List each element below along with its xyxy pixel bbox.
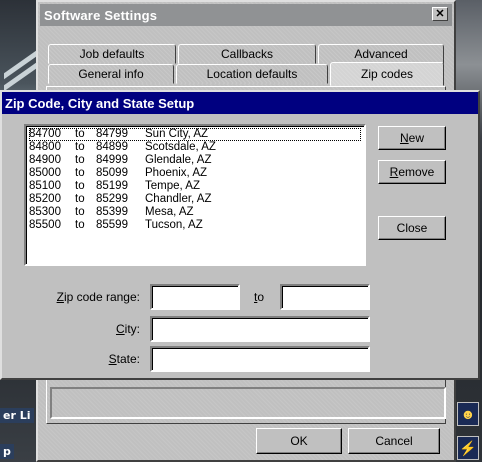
software-settings-titlebar: Software Settings ✕ [40,4,452,26]
zip-range-text: ip code range: [63,290,140,304]
tab-label: Callbacks [220,47,274,61]
zip-from: 84900 [29,154,61,166]
zip-to: 85399 [96,206,128,218]
zip-from: 85100 [29,180,61,192]
to-word: to [75,167,85,179]
city-state: Glendale, AZ [145,154,212,166]
zip-range-accel: Z [56,290,64,304]
zip-to: 84799 [96,128,128,140]
zip-from: 85200 [29,193,61,205]
to-word: to [75,206,85,218]
new-label: ew [408,131,424,145]
list-item[interactable]: 84800 to 84899 Scotsdale, AZ [29,141,361,154]
remove-accel: R [389,165,399,179]
tab-label: Location defaults [206,67,298,81]
zip-to: 85599 [96,219,128,231]
zip-code-setup-dialog: Zip Code, City and State Setup 84700 to … [0,90,480,380]
city-state: Mesa, AZ [145,206,194,218]
dialog-titlebar: Zip Code, City and State Setup [2,92,478,114]
zip-range-label: Zip code range: [42,290,140,304]
dialog-title: Zip Code, City and State Setup [5,95,195,111]
to-text: o [257,290,265,304]
to-word: to [75,180,85,192]
close-icon: ✕ [435,8,445,20]
to-word: to [75,141,85,153]
zip-from-field[interactable] [150,284,240,310]
city-text: ity: [124,322,140,336]
tab-advanced[interactable]: Advanced [318,44,444,64]
list-item[interactable]: 85100 to 85199 Tempe, AZ [29,180,361,193]
list-item[interactable]: 85500 to 85599 Tucson, AZ [29,219,361,232]
tab-label: General info [78,67,144,81]
background-window-text: p [0,444,14,459]
city-field[interactable] [150,316,370,342]
ok-button-label: OK [290,434,308,448]
list-item[interactable]: 84900 to 84999 Glendale, AZ [29,154,361,167]
to-word: to [75,219,85,231]
to-word: to [75,193,85,205]
tab-zip-codes[interactable]: Zip codes [330,62,444,86]
city-state: Chandler, AZ [145,193,212,205]
new-button[interactable]: New [378,126,446,150]
tab-label: Zip codes [360,67,414,81]
lightning-icon[interactable]: ⚡ [457,436,479,460]
state-field[interactable] [150,346,370,372]
zip-to: 85099 [96,167,128,179]
state-text: tate: [116,352,140,366]
list-item[interactable]: 85300 to 85399 Mesa, AZ [29,206,361,219]
tab-callbacks[interactable]: Callbacks [178,44,316,64]
state-label: State: [82,352,140,366]
zip-from: 85000 [29,167,61,179]
tab-general-info[interactable]: General info [48,64,174,84]
list-item[interactable]: 85000 to 85099 Phoenix, AZ [29,167,361,180]
tab-label: Advanced [354,47,408,61]
close-label: Close [396,221,428,235]
zip-to: 84999 [96,154,128,166]
zip-from: 85300 [29,206,61,218]
zip-from: 85500 [29,219,61,231]
zip-to: 84899 [96,141,128,153]
city-state: Phoenix, AZ [145,167,208,179]
tab-location-defaults[interactable]: Location defaults [176,64,328,84]
city-accel: C [115,322,125,336]
to-label: to [254,290,268,304]
window-title: Software Settings [44,7,158,23]
background-window-text: er Li [0,408,34,423]
ok-button[interactable]: OK [256,428,342,454]
to-word: to [75,128,85,140]
zip-to: 85299 [96,193,128,205]
city-state: Scotsdale, AZ [145,141,216,153]
to-word: to [75,154,85,166]
user-icon[interactable]: ☻ [457,402,479,426]
list-item[interactable]: 84700 to 84799 Sun City, AZ [29,128,361,141]
new-accel: N [399,131,409,145]
city-state: Sun City, AZ [145,128,209,140]
tab-job-defaults[interactable]: Job defaults [48,44,176,64]
panel-groove [50,387,446,419]
state-accel: S [108,352,117,366]
zip-from: 84700 [29,128,61,140]
close-button[interactable]: Close [378,216,446,240]
close-window-button[interactable]: ✕ [432,7,448,21]
list-item[interactable]: 85200 to 85299 Chandler, AZ [29,193,361,206]
cancel-button-label: Cancel [375,434,413,448]
zip-code-listbox[interactable]: 84700 to 84799 Sun City, AZ 84800 to 848… [24,124,366,266]
remove-label: emove [398,165,435,179]
city-state: Tucson, AZ [145,219,203,231]
zip-from: 84800 [29,141,61,153]
cancel-button[interactable]: Cancel [348,428,440,454]
zip-to: 85199 [96,180,128,192]
city-label: City: [82,322,140,336]
zip-to-field[interactable] [280,284,370,310]
city-state: Tempe, AZ [145,180,200,192]
tab-label: Job defaults [79,47,145,61]
remove-button[interactable]: Remove [378,160,446,184]
